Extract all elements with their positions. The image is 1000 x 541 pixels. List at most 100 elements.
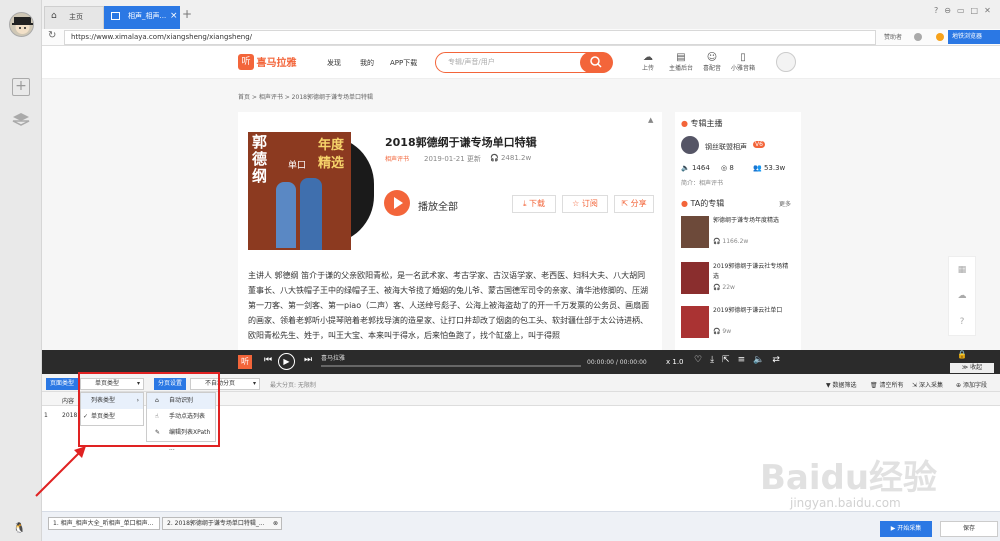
album-plays: 🎧 2481.2w <box>490 154 532 162</box>
progress-bar[interactable] <box>321 365 581 367</box>
site-logo[interactable]: 听 喜马拉雅 <box>238 54 300 71</box>
address-bar: ↻ https://www.ximalaya.com/xiangsheng/xi… <box>42 29 1000 46</box>
url-input[interactable]: https://www.ximalaya.com/xiangsheng/xian… <box>64 30 876 45</box>
next-track-icon[interactable]: ⏭ <box>304 355 312 365</box>
cover-text-select: 精选 <box>318 156 345 171</box>
host-name[interactable]: 钢丝联盟相声 <box>705 142 747 152</box>
close-tab-icon[interactable]: × <box>170 6 178 27</box>
search-button[interactable] <box>580 52 613 73</box>
ta-album-cover[interactable] <box>681 306 709 338</box>
tab-active-label: 相声_相声... <box>128 12 167 20</box>
help-icon[interactable]: ? <box>949 309 975 335</box>
prev-track-icon[interactable]: ⏮ <box>264 355 272 365</box>
share-button[interactable]: ⇱ 分享 <box>614 195 654 213</box>
player-tools[interactable]: ♡⤓⇱≡🔈⇄ <box>694 355 788 365</box>
status-icon[interactable] <box>914 33 922 41</box>
metro-browser-button[interactable]: 地铁浏览器 <box>948 30 1000 44</box>
host-panel-title: ● 专辑主播 <box>681 119 723 128</box>
page-tab-1[interactable]: 1. 相声_相声大全_听相声_单口相声... <box>48 517 160 530</box>
grid-row-number: 1 <box>44 412 48 419</box>
baidu-watermark: Baidu经验 <box>760 458 938 498</box>
sponsor-link[interactable]: 赞助者 <box>884 32 902 41</box>
float-tools: ▦ ☁ ? <box>948 256 976 336</box>
tab-home[interactable]: ⌂ 主页 <box>44 6 104 29</box>
ta-album-cover[interactable] <box>681 216 709 248</box>
host-avatar[interactable] <box>681 136 699 154</box>
collapse-button[interactable]: ≫ 收起 <box>950 363 994 373</box>
qrcode-icon[interactable]: ▦ <box>949 257 975 283</box>
album-description: 主讲人 郭德纲 笛介于谦的父亲欧阳青松，是一名武术家、考古学家、古汉语学家、老西… <box>248 271 650 340</box>
tab-active[interactable]: 相声_相声... × <box>104 6 180 29</box>
max-pages-text: 最大分页: 无限制 <box>270 382 316 389</box>
play-all-button[interactable] <box>384 190 410 216</box>
data-filter-button[interactable]: ▼ 数据筛选 <box>826 380 857 389</box>
cover-figure-left <box>276 182 296 248</box>
cover-text-solo: 单口 <box>288 161 307 171</box>
chat-icon[interactable]: ☁ <box>949 283 975 309</box>
cover-text-year: 年度 <box>318 138 345 153</box>
cover-text-name: 郭德纲 <box>252 133 268 185</box>
refresh-icon[interactable]: ↻ <box>48 30 56 41</box>
save-button[interactable]: 保存 <box>940 521 998 537</box>
logo-text: 喜马拉雅 <box>256 58 297 69</box>
nav-app-download[interactable]: APP下载 <box>390 58 417 68</box>
page-icon <box>111 12 120 20</box>
bottom-taskbar: 1. 相声_相声大全_听相声_单口相声... 2. 2018郭德纲于谦专场单口特… <box>42 511 1000 541</box>
deep-collect-button[interactable]: ⇲ 深入采集 <box>912 380 943 389</box>
player-play-button[interactable]: ▶ <box>278 353 295 370</box>
annotation-arrow <box>35 446 86 497</box>
speaker-icon[interactable]: ▯ 小雅音箱 <box>715 52 771 72</box>
play-all-label[interactable]: 播放全部 <box>418 198 458 213</box>
ta-album-title[interactable]: 郭德纲于谦专场年度精选 <box>713 216 793 226</box>
ta-album-title[interactable]: 2019郭德纲于谦云社专场精选 <box>713 262 793 282</box>
track-name: 喜马拉雅 <box>321 355 346 362</box>
cover-figure-right <box>300 178 322 250</box>
host-level-badge: V6 <box>753 141 765 148</box>
speed-control[interactable]: x 1.0 <box>666 358 684 366</box>
album-date: 2019-01-21 更新 <box>424 155 481 163</box>
host-stat-albums: ◎ 8 <box>721 164 734 172</box>
ta-albums-title: ● TA的专辑 <box>681 199 725 208</box>
lock-icon[interactable]: 🔒 <box>957 350 967 359</box>
page-tab-2[interactable]: 2. 2018郭德纲于谦专场单口特辑_... ⊗ <box>162 517 282 530</box>
subscribe-button[interactable]: ☆ 订阅 <box>562 195 608 213</box>
site-avatar[interactable] <box>776 52 796 72</box>
album-title: 2018郭德纲于谦专场单口特辑 <box>385 136 537 149</box>
ta-album-plays: 🎧 1166.2w <box>713 238 749 245</box>
ta-album-cover[interactable] <box>681 262 709 294</box>
breadcrumb: 首页 > 相声评书 > 2018郭德纲于谦专场单口特辑 <box>238 94 373 101</box>
nav-discover[interactable]: 发现 <box>327 58 341 68</box>
site-header: 听 喜马拉雅 发现 我的 APP下载 专辑/声音/用户 ☁ 上传 ▤ 主播后台 ☺ 喜… <box>42 46 1000 79</box>
more-link[interactable]: 更多 <box>779 199 791 208</box>
track-time: 00:00:00 / 00:00:00 <box>587 359 647 366</box>
layers-icon[interactable] <box>12 112 30 130</box>
add-field-button[interactable]: ⊕ 添加字段 <box>956 380 987 389</box>
baidu-watermark-url: jingyan.baidu.com <box>790 496 901 510</box>
host-intro: 简介：相声评书 <box>681 180 724 187</box>
grid-cell[interactable]: 2018 <box>62 412 77 419</box>
qq-icon[interactable]: 🐧 <box>13 523 25 534</box>
tab-home-label: 主页 <box>69 13 83 21</box>
home-icon: ⌂ <box>51 11 57 21</box>
plugin-icon[interactable] <box>936 33 944 41</box>
host-stat-fans: 👥 53.3w <box>753 164 786 172</box>
add-task-icon[interactable]: + <box>12 78 30 96</box>
album-tag[interactable]: 相声评书 <box>385 154 409 163</box>
clear-all-button[interactable]: 🗑 清空所有 <box>870 380 904 389</box>
collapse-arrow-icon[interactable]: ▲ <box>648 116 653 124</box>
page-type-label: 页面类型 <box>46 378 79 390</box>
user-avatar[interactable] <box>9 12 34 37</box>
ta-album-title[interactable]: 2019郭德纲于谦云社单口 <box>713 306 793 316</box>
audio-player-bar: 听 ⏮ ▶ ⏭ 喜马拉雅 00:00:00 / 00:00:00 x 1.0 ♡… <box>42 350 1000 374</box>
web-page: 听 喜马拉雅 发现 我的 APP下载 专辑/声音/用户 ☁ 上传 ▤ 主播后台 ☺ 喜… <box>42 46 1000 396</box>
album-cover[interactable]: 郭德纲 年度 精选 单口 <box>248 132 351 250</box>
player-logo: 听 <box>238 355 252 369</box>
ta-album-plays: 🎧 22w <box>713 284 735 291</box>
download-button[interactable]: ⤓ 下载 <box>512 195 556 213</box>
ta-albums-panel: ● TA的专辑 更多 郭德纲于谦专场年度精选 🎧 1166.2w 2019郭德纲… <box>675 192 801 350</box>
window-controls[interactable]: ?⊖▭□✕ <box>934 6 997 15</box>
start-collect-button[interactable]: ▶ 开始采集 <box>880 521 932 537</box>
grid-column-header[interactable]: 内容 <box>62 396 74 405</box>
nav-mine[interactable]: 我的 <box>360 58 374 68</box>
new-tab-button[interactable]: + <box>182 7 192 21</box>
